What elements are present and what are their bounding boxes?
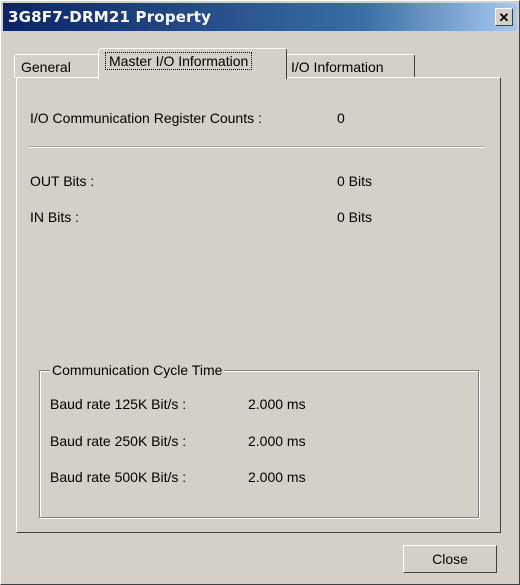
window-title: 3G8F7-DRM21 Property bbox=[8, 8, 212, 26]
baud-rate-250k-label: Baud rate 250K Bit/s : bbox=[50, 433, 187, 449]
baud-rate-125k-value: 2.000 ms bbox=[248, 396, 306, 412]
baud-rate-500k-value: 2.000 ms bbox=[248, 469, 306, 485]
communication-cycle-time-group: Communication Cycle Time Baud rate 125K … bbox=[39, 362, 479, 518]
baud-rate-125k-label: Baud rate 125K Bit/s : bbox=[50, 396, 187, 412]
register-counts-label: I/O Communication Register Counts : bbox=[30, 110, 262, 126]
in-bits-label: IN Bits : bbox=[30, 209, 80, 225]
tab-master-io-information-label: Master I/O Information bbox=[105, 52, 253, 70]
title-bar[interactable]: 3G8F7-DRM21 Property ✕ bbox=[3, 3, 517, 31]
tab-io-information[interactable]: I/O Information bbox=[284, 54, 415, 78]
tab-panel-master-io: I/O Communication Register Counts : 0 OU… bbox=[16, 77, 501, 533]
close-button[interactable]: Close bbox=[403, 545, 497, 573]
close-window-button[interactable]: ✕ bbox=[495, 8, 513, 26]
in-bits-value: 0 Bits bbox=[337, 209, 373, 225]
baud-rate-250k-value: 2.000 ms bbox=[248, 433, 306, 449]
group-title: Communication Cycle Time bbox=[50, 362, 225, 378]
tab-general-label: General bbox=[21, 58, 71, 75]
tab-general[interactable]: General bbox=[14, 54, 102, 78]
out-bits-value: 0 Bits bbox=[337, 173, 373, 189]
divider bbox=[29, 146, 485, 148]
tab-master-io-information[interactable]: Master I/O Information bbox=[98, 48, 287, 79]
tab-io-information-label: I/O Information bbox=[291, 58, 384, 75]
close-icon: ✕ bbox=[498, 9, 510, 25]
register-counts-value: 0 bbox=[337, 110, 345, 126]
baud-rate-500k-label: Baud rate 500K Bit/s : bbox=[50, 469, 187, 485]
out-bits-label: OUT Bits : bbox=[30, 173, 95, 189]
